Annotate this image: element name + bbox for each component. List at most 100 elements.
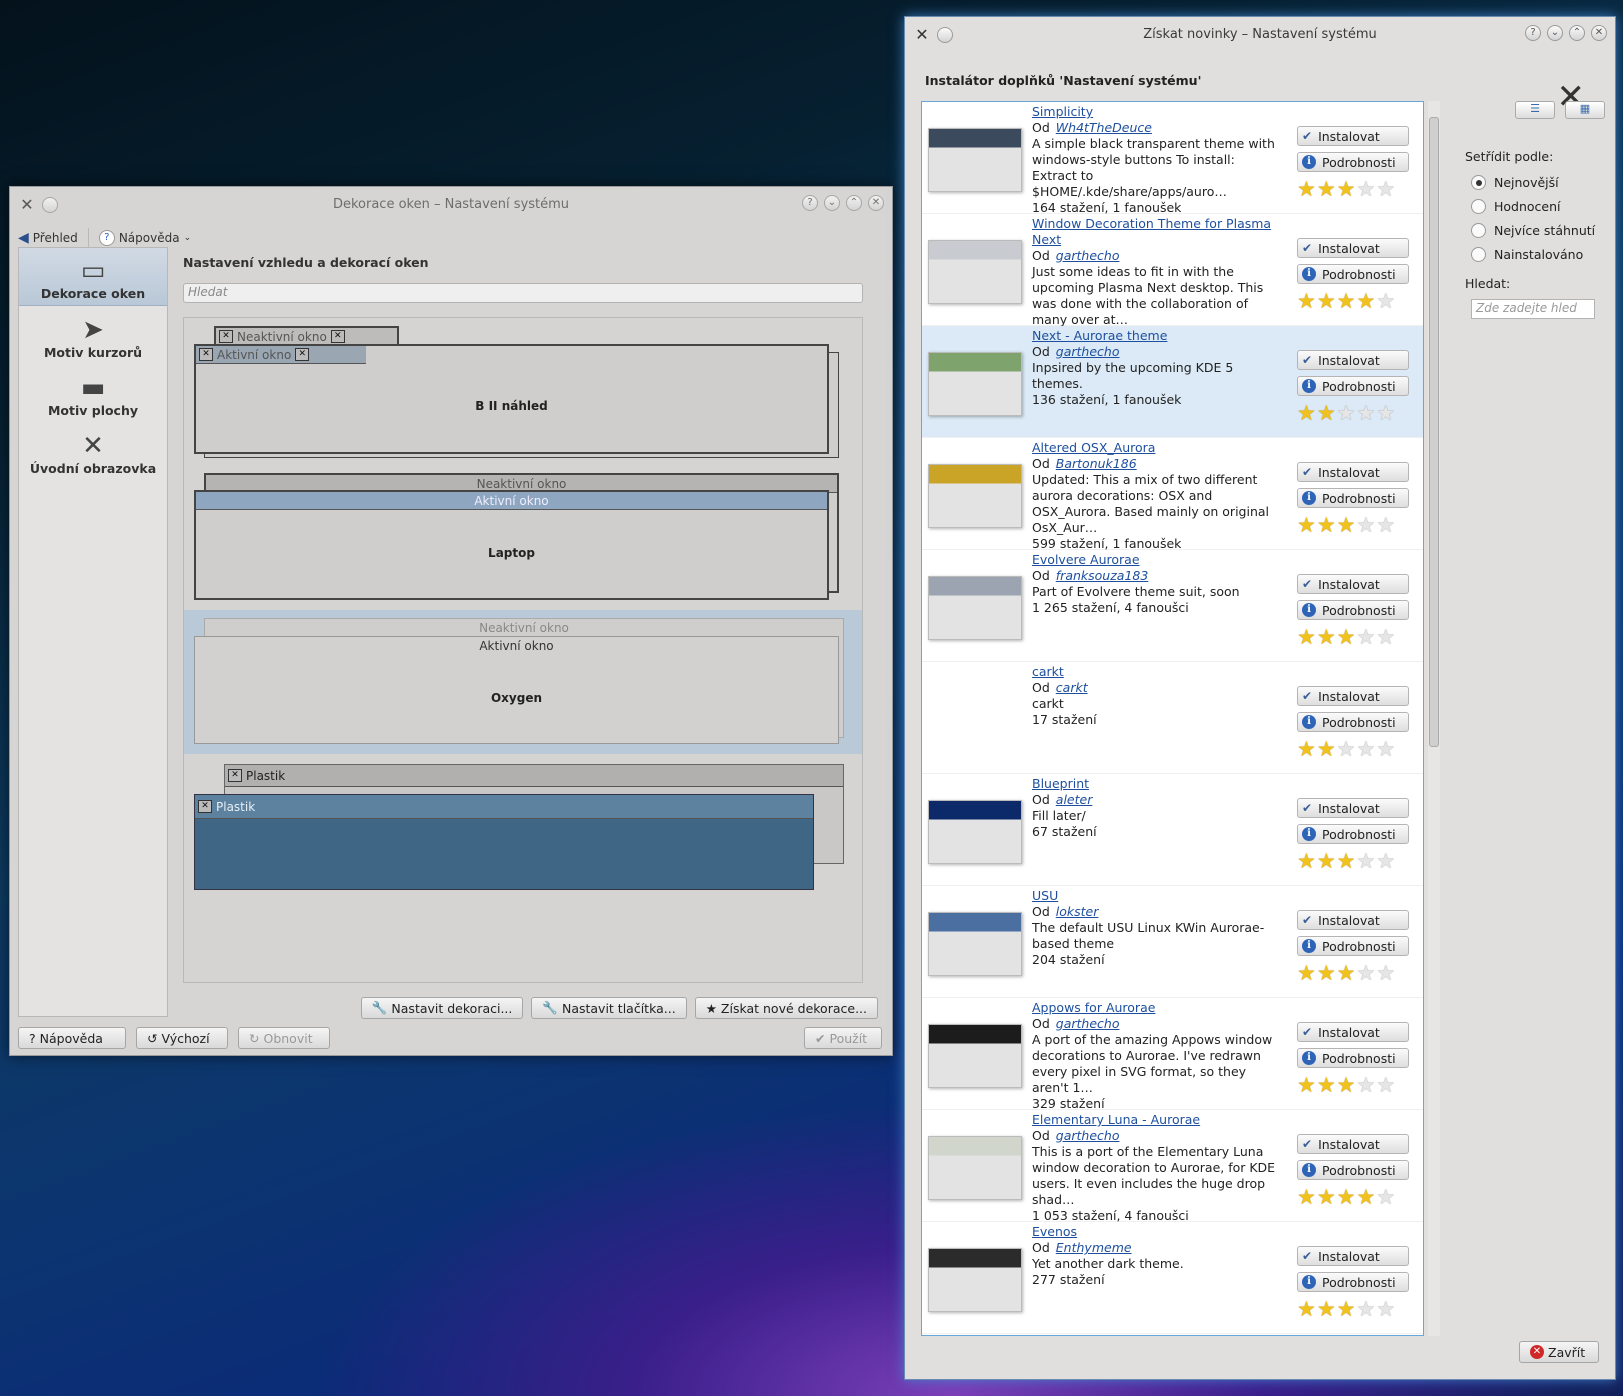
addon-name[interactable]: Altered OSX_Aurora [1032,440,1282,456]
pin-button[interactable] [42,196,58,213]
preview-thumbnail[interactable] [928,912,1022,976]
maximize-button[interactable]: ⌃ [1569,25,1585,41]
list-item[interactable]: Window Decoration Theme for Plasma Next O… [922,214,1423,327]
overview-button[interactable]: ◀ Přehled [18,230,78,246]
minimize-button[interactable]: ⌄ [1547,25,1563,41]
addon-author[interactable]: lokster [1056,904,1099,919]
details-button[interactable]: i Podrobnosti [1297,488,1409,508]
addon-author[interactable]: franksouza183 [1056,568,1149,583]
sidebar-item-desktop-theme[interactable]: ▬ Motiv plochy [19,364,167,422]
sidebar-item-window-decorations[interactable]: ▭ Dekorace oken [19,248,167,306]
icon-view-button[interactable]: ▦ [1565,101,1605,119]
radio-button[interactable] [1471,222,1486,238]
close-button[interactable]: ✕ [1591,25,1607,41]
details-button[interactable]: i Podrobnosti [1297,1272,1409,1292]
list-item[interactable]: Appows for Aurorae Od garthecho A port of t… [922,998,1423,1111]
decoration-preview-laptop[interactable]: Neaktivní okno Aktivní okno Laptop [194,473,839,603]
pin-button[interactable] [937,26,953,43]
preview-thumbnail[interactable] [928,464,1022,528]
list-item[interactable]: Elementary Luna - Aurorae Od garthecho This… [922,1110,1423,1223]
details-button[interactable]: i Podrobnosti [1297,1160,1409,1180]
title-bar[interactable]: ✕ Získat novinky – Nastavení systému ? ⌄… [905,17,1615,51]
radio-button[interactable] [1471,246,1486,262]
sidebar-item-cursor-theme[interactable]: ➤ Motiv kurzorů [19,306,167,364]
sort-option[interactable]: Nejvíce stáhnutí [1471,222,1605,238]
reset-button[interactable]: ↻ Obnovit [238,1027,330,1049]
details-button[interactable]: i Podrobnosti [1297,152,1409,172]
sort-option[interactable]: Hodnocení [1471,198,1605,214]
search-input[interactable]: Zde zadejte hled [1471,299,1595,319]
addon-author[interactable]: garthecho [1056,248,1120,263]
install-button[interactable]: ✔ Instalovat [1297,574,1409,594]
list-item[interactable]: Blueprint Od aleter Fill later/67 stažení ✔ I… [922,774,1423,886]
install-button[interactable]: ✔ Instalovat [1297,1134,1409,1154]
addon-author[interactable]: Wh4tTheDeuce [1056,120,1152,135]
details-button[interactable]: i Podrobnosti [1297,824,1409,844]
scrollbar-thumb[interactable] [1429,117,1439,747]
addon-author[interactable]: Bartonuk186 [1056,456,1137,471]
addon-name[interactable]: Evolvere Aurorae [1032,552,1282,568]
preview-thumbnail[interactable] [928,352,1022,416]
configure-buttons-button[interactable]: 🔧 Nastavit tlačítka... [531,997,687,1019]
addon-name[interactable]: Window Decoration Theme for Plasma Next [1032,216,1282,248]
addon-name[interactable]: Simplicity [1032,104,1282,120]
radio-button[interactable] [1471,198,1486,214]
preview-thumbnail[interactable] [928,128,1022,192]
decoration-list[interactable]: ✕ Neaktivní okno ✕ ✕ Aktivní okno ✕ B II náh… [183,317,863,983]
addon-name[interactable]: Elementary Luna - Aurorae [1032,1112,1282,1128]
addon-name[interactable]: Blueprint [1032,776,1282,792]
addon-name[interactable]: USU [1032,888,1282,904]
list-item[interactable]: Evolvere Aurorae Od franksouza183 Part of E… [922,550,1423,662]
addon-name[interactable]: Next - Aurorae theme [1032,328,1282,344]
help-button[interactable]: ? [1525,25,1541,41]
preview-thumbnail[interactable] [928,1024,1022,1088]
search-input[interactable]: Hledat [183,283,863,303]
details-button[interactable]: i Podrobnosti [1297,600,1409,620]
decoration-preview-plastik[interactable]: ✕ Plastik ✕ Plastik [194,764,844,904]
close-dialog-button[interactable]: ✕ Zavřít [1519,1341,1599,1363]
apply-button[interactable]: ✔ Použít [804,1027,882,1049]
preview-thumbnail[interactable] [928,240,1022,304]
details-button[interactable]: i Podrobnosti [1297,376,1409,396]
help-button[interactable]: ? [802,195,818,211]
addon-author[interactable]: aleter [1056,792,1093,807]
install-button[interactable]: ✔ Instalovat [1297,350,1409,370]
maximize-button[interactable]: ⌃ [846,195,862,211]
list-item[interactable]: Next - Aurorae theme Od garthecho Inpsired … [922,326,1423,438]
install-button[interactable]: ✔ Instalovat [1297,686,1409,706]
install-button[interactable]: ✔ Instalovat [1297,798,1409,818]
list-item[interactable]: USU Od lokster The default USU Linux KWin A… [922,886,1423,998]
sort-option[interactable]: Nainstalováno [1471,246,1605,262]
close-button[interactable]: ✕ [868,195,884,211]
addon-name[interactable]: Appows for Aurorae [1032,1000,1282,1016]
addon-list[interactable]: Simplicity Od Wh4tTheDeuce A simple black t… [921,101,1424,1336]
details-button[interactable]: i Podrobnosti [1297,712,1409,732]
list-item[interactable]: Evenos Od Enthymeme Yet another dark theme.… [922,1222,1423,1334]
help-menu-button[interactable]: ? Nápověda ⌄ [98,230,191,246]
install-button[interactable]: ✔ Instalovat [1297,238,1409,258]
install-button[interactable]: ✔ Instalovat [1297,1246,1409,1266]
minimize-button[interactable]: ⌄ [824,195,840,211]
configure-decoration-button[interactable]: 🔧 Nastavit dekoraci... [360,997,524,1019]
preview-thumbnail[interactable] [928,800,1022,864]
decoration-preview-oxygen[interactable]: Neaktivní okno Aktivní okno Oxygen [184,610,862,754]
install-button[interactable]: ✔ Instalovat [1297,462,1409,482]
list-item[interactable]: Altered OSX_Aurora Od Bartonuk186 Updated: … [922,438,1423,551]
preview-thumbnail[interactable] [928,1136,1022,1200]
addon-name[interactable]: carkt [1032,664,1282,680]
detail-view-button[interactable]: ☰ [1515,101,1555,119]
decoration-preview-bii[interactable]: ✕ Neaktivní okno ✕ ✕ Aktivní okno ✕ B II náh… [194,326,839,460]
install-button[interactable]: ✔ Instalovat [1297,1022,1409,1042]
details-button[interactable]: i Podrobnosti [1297,264,1409,284]
addon-author[interactable]: Enthymeme [1056,1240,1132,1255]
preview-thumbnail[interactable] [928,1248,1022,1312]
details-button[interactable]: i Podrobnosti [1297,1048,1409,1068]
details-button[interactable]: i Podrobnosti [1297,936,1409,956]
list-item[interactable]: carkt Od carkt carkt 17 stažení ✔ Instalovat i P… [922,662,1423,774]
sidebar-item-splash-screen[interactable]: ✕ Úvodní obrazovka [19,422,167,480]
defaults-button[interactable]: ↺ Výchozí [136,1027,228,1049]
addon-author[interactable]: garthecho [1056,1128,1120,1143]
addon-author[interactable]: carkt [1056,680,1088,695]
title-bar[interactable]: ✕ Dekorace oken – Nastavení systému ? ⌄ … [10,187,892,221]
help-button[interactable]: ? Nápověda [18,1027,126,1049]
